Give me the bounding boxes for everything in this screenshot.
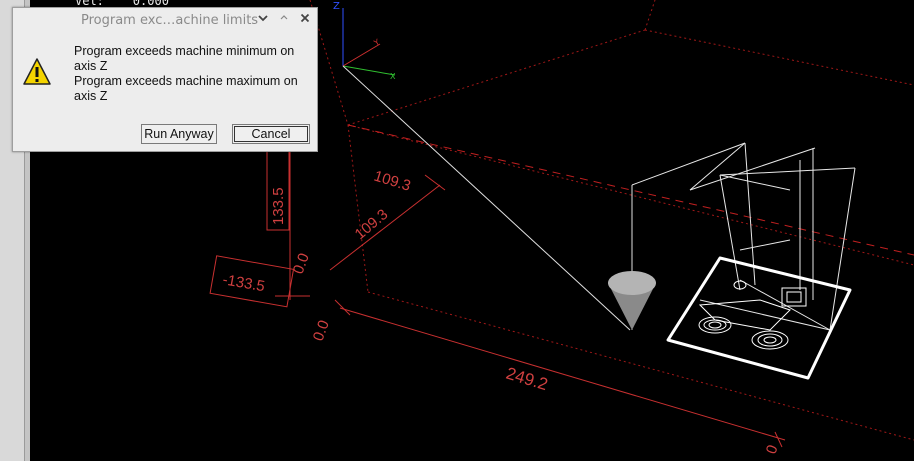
dim-label-zero-a: 0.0 — [290, 251, 313, 276]
axis-y-line — [342, 43, 381, 67]
limit-line — [644, 0, 656, 31]
toolpath-segment — [739, 239, 791, 251]
axis-label-z: Z — [333, 1, 340, 12]
dimension-lines — [209, 149, 786, 448]
toolpath-segment — [689, 142, 746, 191]
toolpath-segment — [631, 142, 746, 186]
toolpath-segment — [719, 174, 741, 291]
warning-icon — [22, 57, 52, 87]
limit-line — [644, 29, 914, 86]
chevron-down-icon[interactable] — [255, 12, 271, 28]
dialog-titlebar[interactable]: Program exc…achine limits — [13, 8, 317, 34]
message-line: axis Z — [74, 59, 108, 73]
axis-label-x: X — [390, 72, 396, 81]
dim-tick — [424, 174, 446, 191]
run-anyway-button[interactable]: Run Anyway — [141, 124, 217, 144]
rapid-move-line — [342, 65, 631, 331]
axis-triad — [342, 8, 396, 76]
machine-limits-box — [309, 0, 914, 441]
dim-tick — [774, 431, 783, 448]
toolpath-segment — [699, 299, 831, 331]
dim-label-zero-b: 0.0 — [310, 318, 333, 343]
message-line: Program exceeds machine maximum on — [74, 74, 298, 88]
dim-label-x-end: 0 — [763, 443, 782, 457]
pocket-spirals — [698, 280, 807, 350]
dim-tick — [334, 299, 351, 316]
dim-label-zmax: 133.5 — [270, 187, 287, 225]
message-line: axis Z — [74, 89, 108, 103]
part-outline — [666, 256, 852, 380]
axis-label-y: Y — [372, 37, 382, 48]
dialog-title: Program exc…achine limits — [81, 13, 259, 28]
tool-cone — [608, 271, 656, 330]
toolpath-segment — [689, 147, 816, 191]
toolpath-segment — [719, 167, 856, 176]
close-icon[interactable] — [297, 12, 313, 28]
toolpath-segment — [719, 174, 791, 191]
dim-y-line — [329, 184, 441, 271]
dim-label-y: 109.3 — [372, 168, 413, 195]
limits-warning-dialog: Program exc…achine limits Program exceed… — [12, 7, 318, 152]
limit-line — [347, 124, 369, 293]
message-line: Program exceeds machine minimum on — [74, 44, 295, 58]
cancel-button[interactable]: Cancel — [232, 124, 310, 144]
toolpath — [631, 142, 856, 331]
dim-label-zmin: -133.5 — [221, 271, 266, 295]
chevron-up-icon[interactable] — [276, 12, 292, 28]
dialog-message: Program exceeds machine minimum on axis … — [74, 44, 314, 104]
limit-line — [347, 124, 914, 266]
